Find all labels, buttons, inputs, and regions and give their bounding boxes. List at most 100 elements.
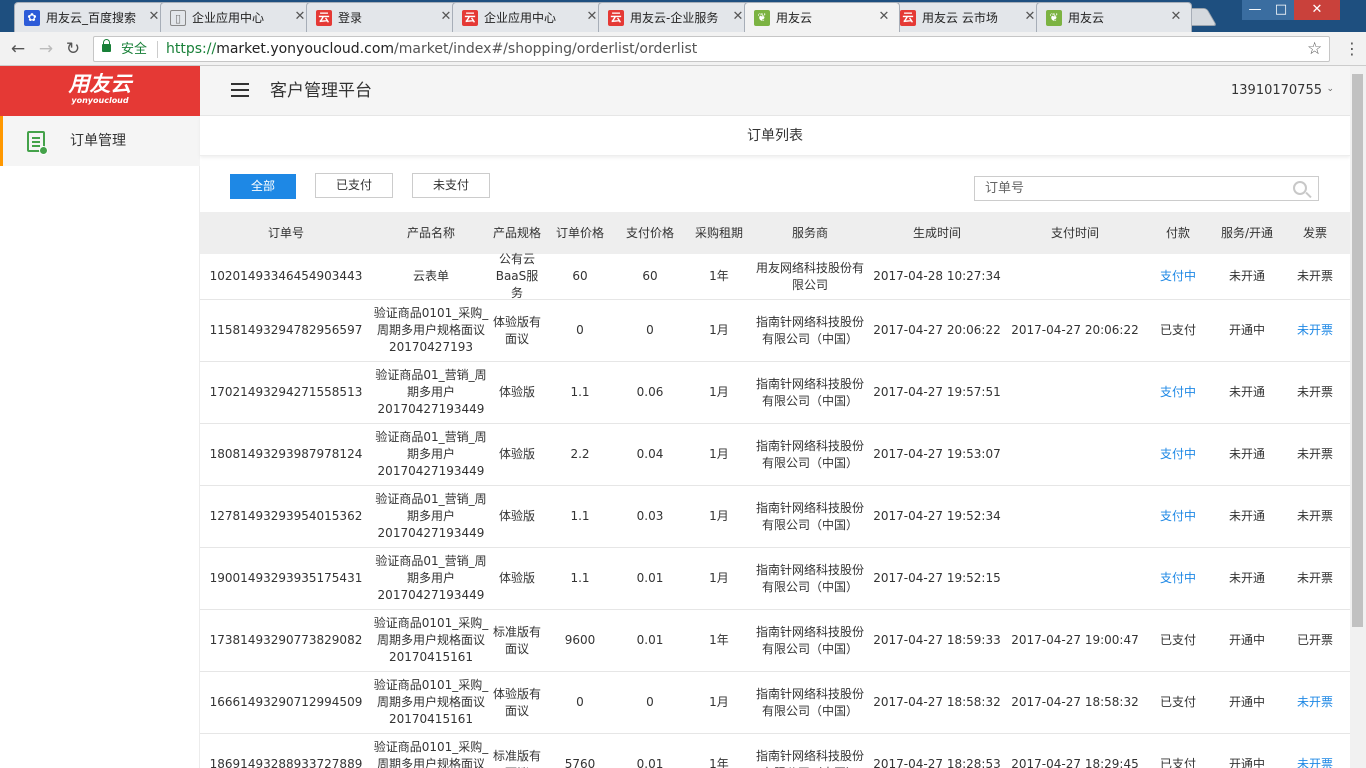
account-menu[interactable]: 13910170755: [1231, 82, 1322, 100]
cell-text: 9600: [564, 633, 596, 647]
cell-line: 周期多用户规格面议: [376, 633, 485, 647]
cell-text: 2.2: [570, 447, 590, 461]
cell-line: 有限公司（中国）: [761, 393, 858, 408]
back-arrow-icon[interactable]: ←: [8, 39, 28, 59]
cell-invoice-status[interactable]: 未开票: [1280, 734, 1350, 768]
close-tab-icon[interactable]: ✕: [147, 10, 161, 24]
browser-menu-icon[interactable]: ⋮: [1344, 39, 1360, 59]
order-number-search-input[interactable]: [975, 177, 1285, 200]
close-tab-icon[interactable]: ✕: [1169, 10, 1183, 24]
close-tab-icon[interactable]: ✕: [1023, 10, 1037, 24]
close-tab-icon[interactable]: ✕: [439, 10, 453, 24]
cell-text: 2017-04-27 19:00:47: [1011, 633, 1139, 647]
logo-wordmark: 用友云: [68, 72, 132, 96]
cell-invoice-status[interactable]: 未开票: [1280, 300, 1350, 361]
cell-text: 2017-04-28 10:27:34: [873, 269, 1001, 283]
url-text[interactable]: https://market.yonyoucloud.com/market/in…: [166, 40, 697, 59]
browser-tab[interactable]: ❦ 用友云 ✕: [1036, 2, 1192, 32]
platform-title: 客户管理平台: [270, 81, 372, 101]
page: 用友云 yonyoucloud 客户管理平台 13910170755 ⌄ 订单管…: [0, 66, 1366, 768]
cell-vendor: 指南针网络科技股份有限公司（中国）: [754, 610, 866, 671]
table-row[interactable]: 17021493294271558513 验证商品01_营销_周 期多用户 20170…: [200, 362, 1350, 424]
cell-payment-status[interactable]: 支付中: [1142, 362, 1214, 423]
browser-tab[interactable]: ✿ 用友云_百度搜索 ✕: [14, 2, 170, 32]
cell-text: 未开票: [1296, 695, 1333, 709]
cell-payment-status[interactable]: 支付中: [1142, 548, 1214, 609]
cell-text: 1年: [709, 757, 729, 768]
cell-order-price: 0: [544, 300, 616, 361]
table-row[interactable]: 16661493290712994509 验证商品0101_采购_ 周期多用户规格面…: [200, 672, 1350, 734]
cell-invoice-status: 未开票: [1280, 486, 1350, 547]
scrollbar-thumb[interactable]: [1352, 74, 1363, 627]
cell-text: 未开通: [1228, 269, 1265, 283]
browser-tab[interactable]: ❦ 用友云 ✕: [744, 2, 900, 32]
cell-payment-status[interactable]: 支付中: [1142, 254, 1214, 299]
chevron-down-icon[interactable]: ⌄: [1326, 84, 1334, 94]
cell-text: 支付中: [1159, 269, 1196, 283]
sidebar-item-orders[interactable]: 订单管理: [0, 116, 200, 166]
cell-invoice-status: 未开票: [1280, 424, 1350, 485]
page-scrollbar[interactable]: [1350, 66, 1366, 768]
close-window-button[interactable]: ✕: [1294, 0, 1340, 20]
address-bar[interactable]: 安全 https://market.yonyoucloud.com/market…: [93, 36, 1330, 62]
profile-icon[interactable]: [1228, 0, 1242, 20]
cell-text: 1.1: [570, 385, 590, 399]
cell-line: 体验版有: [492, 686, 541, 701]
cell-text: 已支付: [1159, 695, 1196, 709]
table-row[interactable]: 10201493346454903443 云表单 公有云 BaaS服务 60 60 1年 用友…: [200, 252, 1350, 300]
maximize-window-button[interactable]: □: [1268, 0, 1294, 20]
cell-pay-price: 0.04: [616, 424, 684, 485]
cell-line: 验证商品01_营销_周: [375, 368, 487, 382]
filter-paid-button[interactable]: 已支付: [315, 173, 393, 198]
close-tab-icon[interactable]: ✕: [731, 10, 745, 24]
filter-all-button[interactable]: 全部: [230, 174, 296, 199]
close-tab-icon[interactable]: ✕: [877, 10, 891, 24]
bookmark-star-icon[interactable]: ☆: [1307, 39, 1322, 59]
cell-created-time: 2017-04-27 19:53:07: [866, 424, 1008, 485]
table-row[interactable]: 11581493294782956597 验证商品0101_采购_ 周期多用户规格面…: [200, 300, 1350, 362]
cell-order-price: 1.1: [544, 362, 616, 423]
browser-tab[interactable]: ▯ 企业应用中心 ✕: [160, 2, 316, 32]
cell-service-status: 未开通: [1214, 254, 1280, 299]
browser-tab[interactable]: 云用友云-企业服务 ✕: [598, 2, 754, 32]
cell-line: BaaS服务: [495, 269, 539, 300]
table-row[interactable]: 12781493293954015362 验证商品01_营销_周 期多用户 20170…: [200, 486, 1350, 548]
table-row[interactable]: 19001493293935175431 验证商品01_营销_周 期多用户 20170…: [200, 548, 1350, 610]
browser-tab[interactable]: 云登录 ✕: [306, 2, 462, 32]
table-row[interactable]: 18691493288933727889 验证商品0101_采购_ 周期多用户规格面…: [200, 734, 1350, 768]
browser-tab-title: 登录: [338, 11, 363, 25]
hamburger-menu-icon[interactable]: [231, 83, 249, 97]
cell-line: 20170427193449: [377, 402, 485, 416]
table-row[interactable]: 17381493290773829082 验证商品0101_采购_ 周期多用户规格面…: [200, 610, 1350, 672]
cell-line: 期多用户: [406, 509, 455, 523]
cell-payment-status[interactable]: 支付中: [1142, 424, 1214, 485]
cell-invoice-status[interactable]: 未开票: [1280, 672, 1350, 733]
filter-unpaid-button[interactable]: 未支付: [412, 173, 490, 198]
cell-payment-status[interactable]: 支付中: [1142, 486, 1214, 547]
cell-line: 有限公司（中国）: [761, 703, 858, 718]
forward-arrow-icon[interactable]: →: [36, 39, 56, 59]
browser-tab[interactable]: 云企业应用中心 ✕: [452, 2, 608, 32]
close-tab-icon[interactable]: ✕: [293, 10, 307, 24]
cell-text: 支付中: [1159, 571, 1196, 585]
cell-purchase-term: 1年: [684, 734, 754, 768]
cell-product-name: 验证商品01_营销_周 期多用户 20170427193449: [372, 486, 490, 547]
cell-line: 指南针网络科技股份: [755, 562, 864, 577]
cell-vendor: 指南针网络科技股份有限公司（中国）: [754, 486, 866, 547]
cell-order-price: 1.1: [544, 548, 616, 609]
brand-logo[interactable]: 用友云 yonyoucloud: [0, 66, 200, 116]
browser-tab-title: 企业应用中心: [192, 11, 265, 25]
close-tab-icon[interactable]: ✕: [585, 10, 599, 24]
cell-text: 0: [576, 695, 584, 709]
cell-text: 1年: [709, 633, 729, 647]
cell-created-time: 2017-04-27 18:58:32: [866, 672, 1008, 733]
reload-icon[interactable]: ↻: [63, 39, 83, 59]
cell-pay-price: 0.06: [616, 362, 684, 423]
yonyou-icon: 云: [900, 10, 916, 26]
search-icon[interactable]: [1293, 181, 1307, 195]
minimize-window-button[interactable]: —: [1242, 0, 1268, 20]
cell-text: 未开通: [1228, 509, 1265, 523]
browser-tab[interactable]: 云用友云 云市场 ✕: [890, 2, 1046, 32]
cell-product-spec: 体验版: [490, 548, 544, 609]
table-row[interactable]: 18081493293987978124 验证商品01_营销_周 期多用户 20170…: [200, 424, 1350, 486]
